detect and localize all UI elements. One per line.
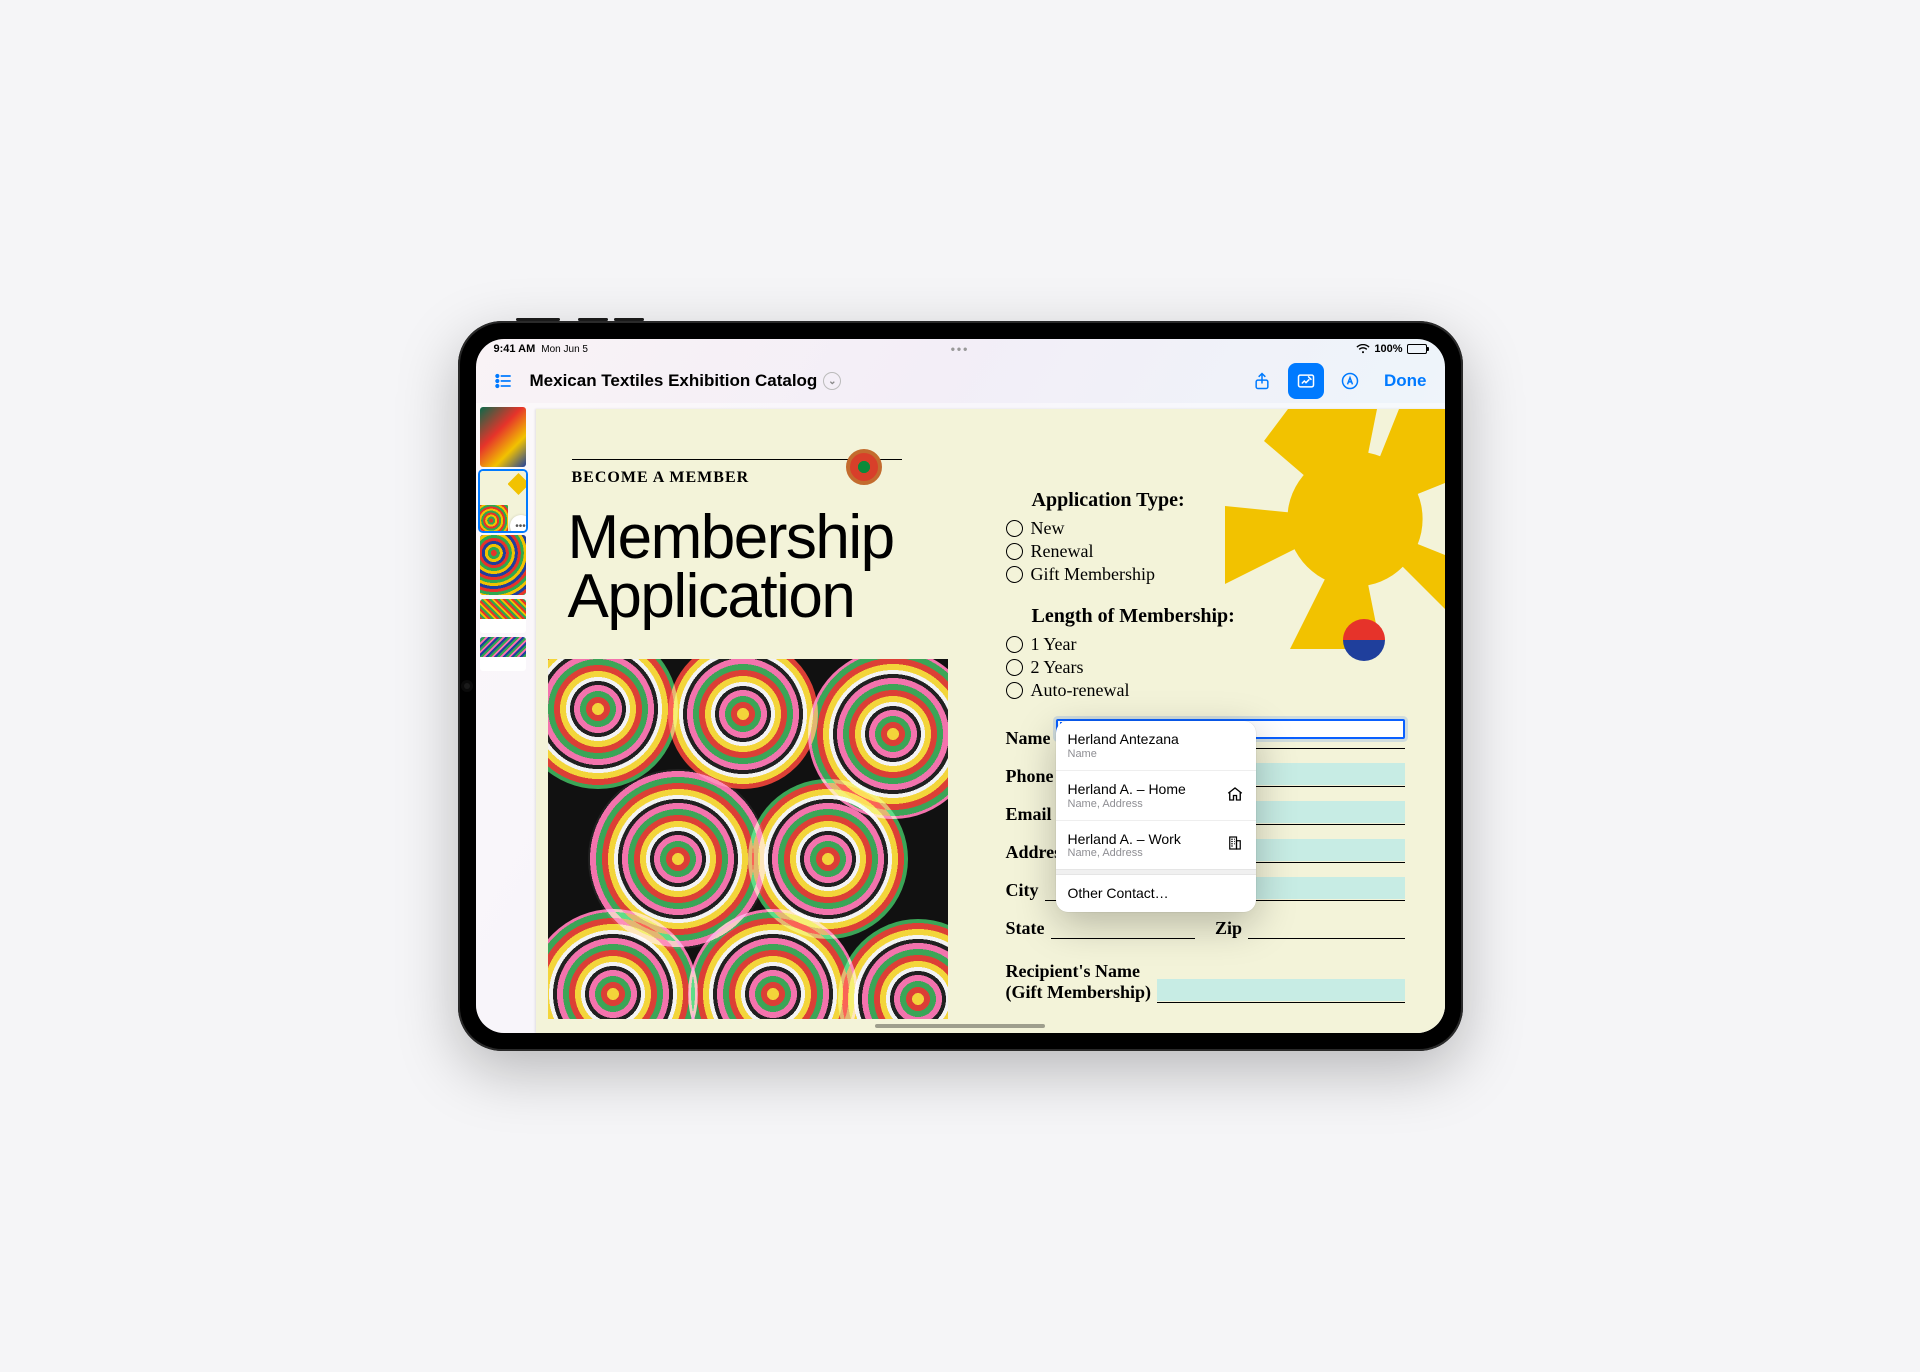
label-state: State (1006, 918, 1045, 939)
membership-form: Application Type: New Renewal Gift Membe… (1006, 489, 1405, 1003)
label-email: Email (1006, 804, 1052, 825)
page-thumbnails: ••• (476, 403, 530, 1033)
radio-auto[interactable]: Auto-renewal (1006, 680, 1405, 701)
radio-gift[interactable]: Gift Membership (1006, 564, 1405, 585)
front-camera (464, 683, 470, 689)
power-button (516, 318, 560, 321)
page-overline: BECOME A MEMBER (572, 469, 750, 487)
decoration-medallion (846, 449, 882, 485)
wifi-icon (1356, 344, 1370, 354)
chevron-down-icon: ⌄ (823, 372, 841, 390)
application-type-heading: Application Type: (1032, 489, 1405, 512)
thumbnail-page-4[interactable] (480, 599, 526, 633)
volume-up-button (578, 318, 608, 321)
battery-percent: 100% (1374, 343, 1402, 355)
radio-new[interactable]: New (1006, 518, 1405, 539)
radio-1year[interactable]: 1 Year (1006, 634, 1405, 655)
home-icon (1226, 785, 1244, 806)
label-city: City (1006, 880, 1039, 901)
thumbnail-page-5[interactable] (480, 637, 526, 671)
multitask-dots[interactable]: ••• (951, 342, 970, 356)
markup-button[interactable] (1288, 363, 1324, 399)
status-time: 9:41 AM (494, 343, 536, 355)
status-date: Mon Jun 5 (541, 344, 588, 355)
field-state[interactable] (1051, 913, 1196, 939)
decoration-textile-art (548, 659, 948, 1019)
document-title-text: Mexican Textiles Exhibition Catalog (530, 371, 818, 391)
label-phone: Phone (1006, 766, 1054, 787)
autofill-popover: Herland Antezana Name Herland A. – Home … (1056, 721, 1256, 912)
thumbnail-page-2[interactable]: ••• (480, 471, 526, 531)
autofill-item-work[interactable]: Herland A. – Work Name, Address (1056, 820, 1256, 870)
autofill-item-home[interactable]: Herland A. – Home Name, Address (1056, 770, 1256, 820)
battery-icon (1407, 344, 1427, 354)
label-name: Name (1006, 728, 1051, 749)
status-bar: 9:41 AM Mon Jun 5 ••• 100% (476, 339, 1445, 359)
document-page: BECOME A MEMBER Membership Application (536, 409, 1445, 1033)
field-recipient[interactable] (1157, 977, 1405, 1003)
home-indicator[interactable] (875, 1024, 1045, 1028)
ipad-frame: 9:41 AM Mon Jun 5 ••• 100% Mexican Texti… (458, 321, 1463, 1051)
sidebar-toggle-button[interactable] (486, 363, 522, 399)
autofill-other-contact[interactable]: Other Contact… (1056, 875, 1256, 912)
thumbnail-page-1[interactable] (480, 407, 526, 467)
label-recipient: Recipient's Name (Gift Membership) (1006, 961, 1151, 1003)
field-zip[interactable] (1248, 913, 1404, 939)
autofill-button[interactable] (1332, 363, 1368, 399)
toolbar: Mexican Textiles Exhibition Catalog ⌄ Do… (476, 359, 1445, 403)
done-button[interactable]: Done (1376, 371, 1435, 391)
radio-2years[interactable]: 2 Years (1006, 657, 1405, 678)
volume-down-button (614, 318, 644, 321)
thumbnail-page-3[interactable] (480, 535, 526, 595)
document-title[interactable]: Mexican Textiles Exhibition Catalog ⌄ (530, 371, 842, 391)
radio-renewal[interactable]: Renewal (1006, 541, 1405, 562)
autofill-item-name[interactable]: Herland Antezana Name (1056, 721, 1256, 770)
page-title: Membership Application (568, 509, 894, 627)
share-button[interactable] (1244, 363, 1280, 399)
label-zip: Zip (1215, 918, 1242, 939)
screen: 9:41 AM Mon Jun 5 ••• 100% Mexican Texti… (476, 339, 1445, 1033)
building-icon (1226, 834, 1244, 855)
length-heading: Length of Membership: (1032, 605, 1405, 628)
